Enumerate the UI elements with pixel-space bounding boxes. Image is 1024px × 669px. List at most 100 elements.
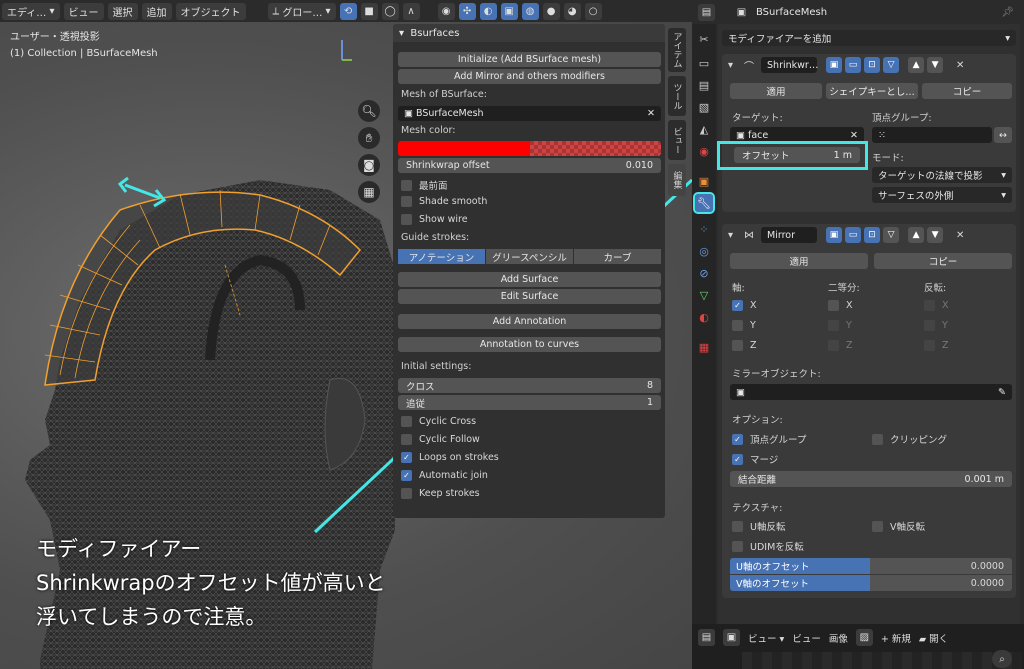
add-annotation-button[interactable]: Add Annotation (398, 314, 661, 329)
follow-field[interactable]: 追従 1 (398, 395, 661, 410)
shade-smooth-checkbox[interactable]: Shade smooth (401, 196, 487, 207)
axis-y-checkbox[interactable]: Y (732, 320, 756, 331)
v-offset-field[interactable]: V軸のオフセット 0.0000 (730, 575, 1012, 591)
view-menu[interactable]: ビュー (792, 631, 821, 645)
initialize-button[interactable]: Initialize (Add BSurface mesh) (398, 52, 661, 67)
apply-button[interactable]: 適用 (730, 253, 868, 269)
edit-mode-toggle-icon[interactable]: ▣ (826, 57, 843, 73)
apply-button[interactable]: 適用 (730, 83, 822, 99)
bisect-y-checkbox[interactable]: Y (828, 320, 852, 331)
constraints-icon[interactable]: ⊘ (695, 264, 713, 282)
image-browse-icon[interactable]: ▨ (855, 629, 873, 646)
tab-grease-pencil[interactable]: グリースペンシル (486, 249, 573, 264)
flip-y-checkbox[interactable]: Y (924, 320, 948, 331)
collapse-arrow-icon[interactable]: ▾ (728, 60, 733, 71)
move-up-icon[interactable]: ▲ (908, 227, 925, 243)
on-cage-icon[interactable]: ⊡ (864, 57, 881, 73)
move-down-icon[interactable]: ▼ (927, 227, 944, 243)
tab-edit[interactable]: 編集 (668, 164, 686, 196)
flip-udim-checkbox[interactable]: UDIMを反転 (732, 539, 804, 553)
tab-tool[interactable]: ツール (668, 76, 686, 116)
flip-u-checkbox[interactable]: U軸反転 (732, 519, 785, 533)
modifier-wrench-icon[interactable]: 🔧︎ (693, 192, 715, 214)
clipping-checkbox[interactable]: クリッピング (872, 432, 947, 446)
viewport-toggle-icon[interactable]: ▭ (845, 227, 862, 243)
show-wire-checkbox[interactable]: Show wire (401, 214, 468, 225)
bsurfaces-panel-header[interactable]: ▾ Bsurfaces (393, 24, 665, 42)
move-down-icon[interactable]: ▼ (927, 57, 944, 73)
viewport-toggle-icon[interactable]: ▭ (845, 57, 862, 73)
u-offset-field[interactable]: U軸のオフセット 0.0000 (730, 558, 1012, 574)
texture-icon[interactable]: ▦ (695, 338, 713, 356)
pin-icon[interactable]: 📌︎ (1001, 7, 1014, 18)
tab-view[interactable]: ビュー (668, 120, 686, 160)
remove-modifier-icon[interactable]: ✕ (956, 230, 964, 241)
cross-field[interactable]: クロス 8 (398, 378, 661, 393)
merge-distance-field[interactable]: 結合距離 0.001 m (730, 471, 1012, 487)
keep-strokes-checkbox[interactable]: Keep strokes (401, 488, 480, 499)
zoom-icon[interactable]: ⌕ (992, 650, 1012, 668)
on-cage-icon[interactable]: ⊡ (864, 227, 881, 243)
shrinkwrap-name-field[interactable]: Shrinkwr… (761, 57, 818, 73)
annotation-to-curves-button[interactable]: Annotation to curves (398, 337, 661, 352)
tool-icon[interactable]: ✂ (695, 30, 713, 48)
clear-icon[interactable]: ✕ (850, 130, 858, 141)
mirror-name-field[interactable]: Mirror (761, 227, 818, 243)
tab-curve[interactable]: カーブ (574, 249, 661, 264)
editor-type-icon[interactable]: ▤ (698, 3, 715, 21)
bisect-x-checkbox[interactable]: X (828, 300, 853, 311)
wrap-mode-dropdown[interactable]: ターゲットの法線で投影 ▾ (872, 167, 1012, 183)
tab-item[interactable]: アイテム (668, 28, 686, 72)
vertex-icon[interactable]: ▽ (883, 227, 900, 243)
remove-modifier-icon[interactable]: ✕ (956, 60, 964, 71)
merge-checkbox[interactable]: ✓ マージ (732, 452, 778, 466)
move-up-icon[interactable]: ▲ (908, 57, 925, 73)
output-icon[interactable]: ▤ (695, 76, 713, 94)
bisect-z-checkbox[interactable]: Z (828, 340, 853, 351)
add-modifier-dropdown[interactable]: モディファイアーを追加 ▾ (722, 30, 1016, 46)
particles-icon[interactable]: ⁘ (695, 220, 713, 238)
loops-on-strokes-checkbox[interactable]: ✓ Loops on strokes (401, 452, 499, 463)
flip-v-checkbox[interactable]: V軸反転 (872, 519, 925, 533)
side-dropdown[interactable]: サーフェスの外側 ▾ (872, 187, 1012, 203)
axis-z-checkbox[interactable]: Z (732, 340, 757, 351)
physics-icon[interactable]: ◎ (695, 242, 713, 260)
view-mode-icon[interactable]: ▣ (723, 629, 740, 646)
cyclic-cross-checkbox[interactable]: Cyclic Cross (401, 416, 476, 427)
image-menu[interactable]: 画像 (829, 631, 848, 645)
render-icon[interactable]: ▭ (695, 54, 713, 72)
shrinkwrap-offset-field[interactable]: Shrinkwrap offset 0.010 (398, 158, 661, 173)
collapse-arrow-icon[interactable]: ▾ (728, 230, 733, 241)
edit-mode-toggle-icon[interactable]: ▣ (826, 227, 843, 243)
open-image-button[interactable]: ▰ 開く (919, 631, 948, 645)
view-layer-icon[interactable]: ▧ (695, 98, 713, 116)
material-icon[interactable]: ◐ (695, 308, 713, 326)
scene-icon[interactable]: ◭ (695, 120, 713, 138)
automatic-join-checkbox[interactable]: ✓ Automatic join (401, 470, 488, 481)
editor-type-icon[interactable]: ▤ (698, 629, 715, 646)
clear-icon[interactable]: ✕ (647, 108, 655, 119)
object-data-mesh-icon[interactable]: ▽ (695, 286, 713, 304)
copy-button[interactable]: コピー (874, 253, 1012, 269)
copy-button[interactable]: コピー (922, 83, 1012, 99)
add-mirror-button[interactable]: Add Mirror and others modifiers (398, 69, 661, 84)
world-icon[interactable]: ◉ (695, 142, 713, 160)
flip-z-checkbox[interactable]: Z (924, 340, 949, 351)
flip-x-checkbox[interactable]: X (924, 300, 949, 311)
axis-x-checkbox[interactable]: ✓ X (732, 300, 757, 311)
edit-surface-button[interactable]: Edit Surface (398, 289, 661, 304)
cyclic-follow-checkbox[interactable]: Cyclic Follow (401, 434, 480, 445)
tab-annotation[interactable]: アノテーション (398, 249, 485, 264)
invert-icon[interactable]: ↔ (994, 127, 1012, 143)
object-icon[interactable]: ▣ (695, 172, 713, 190)
mesh-color-swatch[interactable] (398, 141, 661, 156)
mesh-field[interactable]: ▣ BSurfaceMesh ✕ (398, 106, 661, 121)
view-dropdown[interactable]: ビュー ▾ (748, 631, 784, 645)
add-surface-button[interactable]: Add Surface (398, 272, 661, 287)
new-image-button[interactable]: + 新規 (881, 631, 911, 645)
save-as-shapekey-button[interactable]: シェイプキーとし… (826, 83, 918, 99)
vertex-groups-checkbox[interactable]: ✓ 頂点グループ (732, 432, 806, 446)
vertex-icon[interactable]: ▽ (883, 57, 900, 73)
in-front-checkbox[interactable]: 最前面 (401, 178, 448, 192)
eyedropper-icon[interactable]: ✎ (998, 387, 1006, 398)
